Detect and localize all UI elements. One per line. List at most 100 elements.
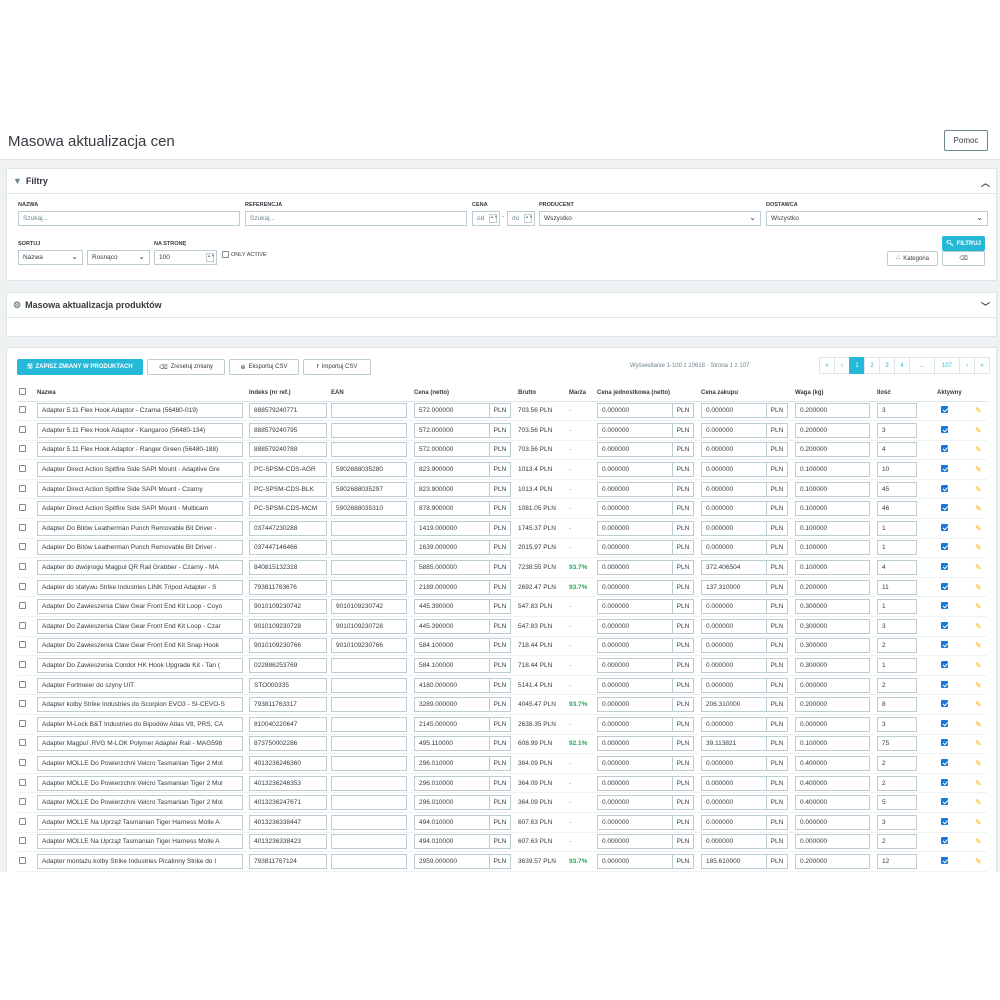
row-checkbox[interactable] [19, 661, 26, 669]
ref-input[interactable]: STO000335 [249, 677, 327, 693]
unit-price-input[interactable]: 0.000000 [597, 775, 673, 791]
next-page-button[interactable]: › [959, 357, 975, 374]
edit-icon[interactable]: ✎ [975, 857, 982, 866]
producent-select[interactable]: Wszystko [539, 211, 761, 226]
name-input[interactable]: Adapter Fortmeier do szyny UIT [37, 677, 243, 693]
first-page-button[interactable]: « [819, 357, 835, 374]
name-input[interactable]: Adapter M-Lock B&T Industries do Bipodów… [37, 716, 243, 732]
qty-input[interactable]: 1 [877, 520, 917, 536]
edit-icon[interactable]: ✎ [975, 681, 982, 690]
row-checkbox[interactable] [19, 406, 26, 414]
edit-icon[interactable]: ✎ [975, 426, 982, 435]
name-input[interactable]: Adapter do statywu Strike Industries LIN… [37, 579, 243, 595]
buy-price-input[interactable]: 0.000000 [701, 599, 767, 615]
ean-input[interactable]: 9010109230742 [331, 599, 407, 615]
ref-input[interactable]: 037447146466 [249, 540, 327, 556]
net-price-input[interactable]: 495.110000 [414, 736, 490, 752]
weight-input[interactable]: 0.300000 [795, 638, 870, 654]
dostawca-select[interactable]: Wszystko [766, 211, 988, 226]
ean-input[interactable] [331, 403, 407, 419]
name-input[interactable]: Adapter 5.11 Flex Hook Adaptor - Czarna … [37, 403, 243, 419]
active-checkbox[interactable] [941, 484, 948, 492]
qty-input[interactable]: 2 [877, 834, 917, 850]
row-checkbox[interactable] [19, 523, 26, 531]
net-price-input[interactable]: 296.010000 [414, 755, 490, 771]
buy-price-input[interactable]: 0.000000 [701, 422, 767, 438]
ean-input[interactable] [331, 834, 407, 850]
ean-input[interactable] [331, 560, 407, 576]
weight-input[interactable]: 0.200000 [795, 442, 870, 458]
chevron-up-icon[interactable]: ︿ [981, 176, 990, 189]
name-input[interactable]: Adapter 5.11 Flex Hook Adaptor - Ranger … [37, 442, 243, 458]
spinner-icon[interactable]: ▲▼ [206, 253, 215, 262]
qty-input[interactable]: 3 [877, 422, 917, 438]
buy-price-input[interactable]: 39.113821 [701, 736, 767, 752]
clear-filters-button[interactable]: ⌫ [942, 251, 985, 266]
qty-input[interactable]: 2 [877, 677, 917, 693]
edit-icon[interactable]: ✎ [975, 759, 982, 768]
ref-input[interactable]: 4013236247671 [249, 795, 327, 811]
chevron-down-icon[interactable]: ﹀ [981, 300, 990, 313]
name-input[interactable]: Adapter Direct Action Spitfire Side SAPI… [37, 462, 243, 478]
only-active-checkbox[interactable] [222, 251, 229, 258]
unit-price-input[interactable]: 0.000000 [597, 481, 673, 497]
qty-input[interactable]: 4 [877, 442, 917, 458]
ean-input[interactable] [331, 853, 407, 869]
spinner-icon[interactable]: ▲▼ [524, 214, 533, 223]
buy-price-input[interactable]: 0.000000 [701, 638, 767, 654]
nazwa-input[interactable]: Szukaj... [18, 211, 240, 226]
page-107-button[interactable]: 107 [934, 357, 960, 374]
unit-price-input[interactable]: 0.000000 [597, 755, 673, 771]
active-checkbox[interactable] [941, 739, 948, 747]
qty-input[interactable]: 2 [877, 775, 917, 791]
edit-icon[interactable]: ✎ [975, 445, 982, 454]
active-checkbox[interactable] [941, 661, 948, 669]
row-checkbox[interactable] [19, 641, 26, 649]
row-checkbox[interactable] [19, 817, 26, 825]
edit-icon[interactable]: ✎ [975, 779, 982, 788]
buy-price-input[interactable]: 0.000000 [701, 834, 767, 850]
active-checkbox[interactable] [941, 837, 948, 845]
buy-price-input[interactable]: 0.000000 [701, 658, 767, 674]
qty-input[interactable]: 75 [877, 736, 917, 752]
net-price-input[interactable]: 572.000000 [414, 442, 490, 458]
ean-input[interactable] [331, 520, 407, 536]
ean-input[interactable] [331, 658, 407, 674]
qty-input[interactable]: 3 [877, 403, 917, 419]
net-price-input[interactable]: 3289.000000 [414, 697, 490, 713]
active-checkbox[interactable] [941, 778, 948, 786]
active-checkbox[interactable] [941, 563, 948, 571]
row-checkbox[interactable] [19, 739, 26, 747]
col-cena-zakupu[interactable]: Cena zakupu [699, 385, 793, 402]
ref-input[interactable]: 888579240771 [249, 403, 327, 419]
select-all-checkbox[interactable] [19, 388, 26, 396]
weight-input[interactable]: 0.200000 [795, 697, 870, 713]
active-checkbox[interactable] [941, 602, 948, 610]
active-checkbox[interactable] [941, 406, 948, 414]
buy-price-input[interactable]: 0.000000 [701, 540, 767, 556]
edit-icon[interactable]: ✎ [975, 563, 982, 572]
ref-input[interactable]: 4013236338447 [249, 814, 327, 830]
buy-price-input[interactable]: 185.610000 [701, 853, 767, 869]
active-checkbox[interactable] [941, 465, 948, 473]
buy-price-input[interactable]: 0.000000 [701, 716, 767, 732]
net-price-input[interactable]: 445.390000 [414, 618, 490, 634]
qty-input[interactable]: 10 [877, 462, 917, 478]
net-price-input[interactable]: 296.010000 [414, 795, 490, 811]
ref-input[interactable]: PC-SPSM-CDS-AGR [249, 462, 327, 478]
qty-input[interactable]: 8 [877, 697, 917, 713]
row-checkbox[interactable] [19, 504, 26, 512]
buy-price-input[interactable]: 372.406504 [701, 560, 767, 576]
active-checkbox[interactable] [941, 817, 948, 825]
weight-input[interactable]: 0.400000 [795, 755, 870, 771]
ref-input[interactable]: PC-SPSM-CDS-BLK [249, 481, 327, 497]
name-input[interactable]: Adapter Direct Action Spitfire Side SAPI… [37, 501, 243, 517]
ref-input[interactable]: 9010109230742 [249, 599, 327, 615]
name-input[interactable]: Adapter MOLLE Na Uprząż Tasmanian Tiger … [37, 834, 243, 850]
name-input[interactable]: Adapter do dwójnogu Magpul QR Rail Grabb… [37, 560, 243, 576]
edit-icon[interactable]: ✎ [975, 818, 982, 827]
buy-price-input[interactable]: 0.000000 [701, 775, 767, 791]
ean-input[interactable] [331, 795, 407, 811]
weight-input[interactable]: 0.100000 [795, 736, 870, 752]
page-2-button[interactable]: 2 [864, 357, 880, 374]
